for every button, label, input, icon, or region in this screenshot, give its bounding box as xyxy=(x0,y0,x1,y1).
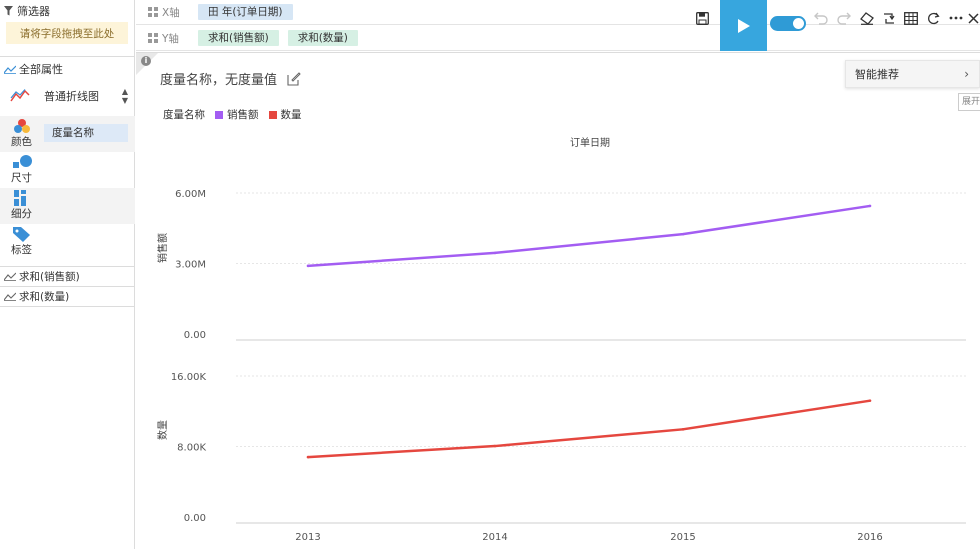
color-field-chip[interactable]: 度量名称 xyxy=(44,124,128,142)
y-field-pill-quantity[interactable]: 求和(数量) xyxy=(287,30,358,46)
caret-updown-icon: ▲ ▼ xyxy=(121,87,128,105)
mark-color[interactable]: 颜色 度量名称 xyxy=(0,116,135,152)
chart-type-label: 普通折线图 xyxy=(44,90,99,103)
data-point xyxy=(681,428,685,431)
mark-label-label: 标签 xyxy=(11,244,32,256)
y-field-pill-sales[interactable]: 求和(销售额) xyxy=(198,30,279,46)
mark-detail[interactable]: 细分 xyxy=(0,188,135,224)
y-axis-text: Y轴 xyxy=(162,32,179,45)
y-axis-label: Y轴 xyxy=(148,31,198,46)
eraser-icon[interactable] xyxy=(857,8,877,28)
legend-swatch xyxy=(215,111,223,119)
mark-color-label: 颜色 xyxy=(11,136,32,148)
app-root: 筛选器 请将字段拖拽至此处 全部属性 普通折线图 ▲ ▼ 颜色 度量名称 尺寸 细… xyxy=(0,0,980,549)
close-icon[interactable] xyxy=(967,8,980,28)
size-icon xyxy=(13,155,32,168)
detail-icon xyxy=(14,190,26,206)
legend: 度量名称 销售额 数量 xyxy=(163,107,302,122)
series-line-quantity xyxy=(307,399,871,459)
y-axis-shelf[interactable]: Y轴 求和(销售额) 求和(数量) xyxy=(136,26,980,51)
grid-icon xyxy=(148,33,158,43)
data-point xyxy=(493,444,497,448)
filter-icon xyxy=(4,6,13,16)
divider xyxy=(136,52,980,53)
edit-icon[interactable] xyxy=(287,71,301,86)
mark-detail-label: 细分 xyxy=(11,208,32,220)
redo-icon[interactable] xyxy=(834,8,854,28)
tag-icon xyxy=(13,227,30,242)
data-point xyxy=(868,399,872,402)
expand-tooltip: 展开 xyxy=(958,93,980,111)
table-icon[interactable] xyxy=(901,8,921,28)
toggle-switch[interactable] xyxy=(770,16,806,31)
legend-title: 度量名称 xyxy=(163,109,205,121)
color-palette-icon xyxy=(14,119,30,133)
smart-recommend-button[interactable]: 智能推荐 › xyxy=(845,60,980,88)
series-line-sales xyxy=(307,204,871,268)
filter-drop-zone[interactable]: 请将字段拖拽至此处 xyxy=(6,22,128,44)
info-icon[interactable]: i xyxy=(141,56,151,66)
swap-axes-icon[interactable] xyxy=(879,8,899,28)
mark-size[interactable]: 尺寸 xyxy=(0,152,135,188)
line-chart-icon xyxy=(4,292,16,301)
legend-item-quantity[interactable]: 数量 xyxy=(268,107,302,122)
mark-label-row[interactable]: 标签 xyxy=(0,224,135,260)
chevron-right-icon: › xyxy=(964,67,969,81)
legend-item-sales[interactable]: 销售额 xyxy=(215,107,259,122)
x-axis-title: 订单日期 xyxy=(570,137,610,149)
y-axis-title: 数量 xyxy=(156,420,169,440)
filter-title: 筛选器 xyxy=(17,5,50,18)
y-tick-label: 8.00K xyxy=(177,443,206,454)
x-tick-label: 2013 xyxy=(295,532,320,543)
y-tick-label: 3.00M xyxy=(175,260,206,271)
divider xyxy=(0,56,135,57)
chart-title-text: 度量名称，无度量值 xyxy=(160,73,278,88)
legend-item-label: 销售额 xyxy=(227,109,259,121)
grid-icon xyxy=(148,7,158,17)
measure-quantity-label: 求和(数量) xyxy=(19,291,70,303)
measure-sales-row[interactable]: 求和(销售额) xyxy=(0,267,135,287)
line-chart-icon xyxy=(4,65,16,74)
legend-swatch xyxy=(268,111,277,119)
y-tick-label: 0.00 xyxy=(184,513,206,524)
play-button[interactable] xyxy=(720,0,767,51)
y-axis-title: 销售额 xyxy=(156,233,169,263)
refresh-icon[interactable] xyxy=(924,8,944,28)
data-point xyxy=(493,251,497,255)
smart-recommend-label: 智能推荐 xyxy=(855,68,899,81)
line-chart-type-icon xyxy=(10,89,30,102)
data-point xyxy=(868,204,872,208)
all-properties-header[interactable]: 全部属性 xyxy=(4,61,63,77)
x-axis-label: X轴 xyxy=(148,5,198,20)
chart-type-select[interactable]: 普通折线图 ▲ ▼ xyxy=(10,86,128,106)
data-point xyxy=(681,232,685,236)
x-tick-label: 2014 xyxy=(482,532,507,543)
mark-size-label: 尺寸 xyxy=(11,172,32,184)
x-field-pill[interactable]: 田 年(订单日期) xyxy=(198,4,293,20)
undo-icon[interactable] xyxy=(811,8,831,28)
y-tick-label: 6.00M xyxy=(175,189,206,200)
x-tick-label: 2016 xyxy=(857,532,882,543)
x-axis-text: X轴 xyxy=(162,6,180,19)
line-chart-icon xyxy=(4,272,16,281)
legend-item-label: 数量 xyxy=(280,109,302,121)
left-panel: 筛选器 请将字段拖拽至此处 全部属性 普通折线图 ▲ ▼ 颜色 度量名称 尺寸 细… xyxy=(0,0,135,549)
measure-quantity-row[interactable]: 求和(数量) xyxy=(0,287,135,307)
chart-title: 度量名称，无度量值 xyxy=(160,69,301,88)
x-tick-label: 2015 xyxy=(670,532,695,543)
data-point xyxy=(306,264,310,268)
more-icon[interactable] xyxy=(946,8,966,28)
data-point xyxy=(306,455,310,459)
all-properties-title: 全部属性 xyxy=(19,63,63,76)
play-icon xyxy=(737,18,750,33)
y-tick-label: 0.00 xyxy=(184,330,206,341)
save-icon[interactable] xyxy=(692,8,712,28)
filter-header[interactable]: 筛选器 xyxy=(4,3,50,19)
line-chart: 订单日期 0.00 3.00M 6.00M 销售额 0.00 8.00K 16.00K 数量 20… xyxy=(156,137,966,543)
measure-sales-label: 求和(销售额) xyxy=(19,271,80,283)
y-tick-label: 16.00K xyxy=(171,372,207,383)
